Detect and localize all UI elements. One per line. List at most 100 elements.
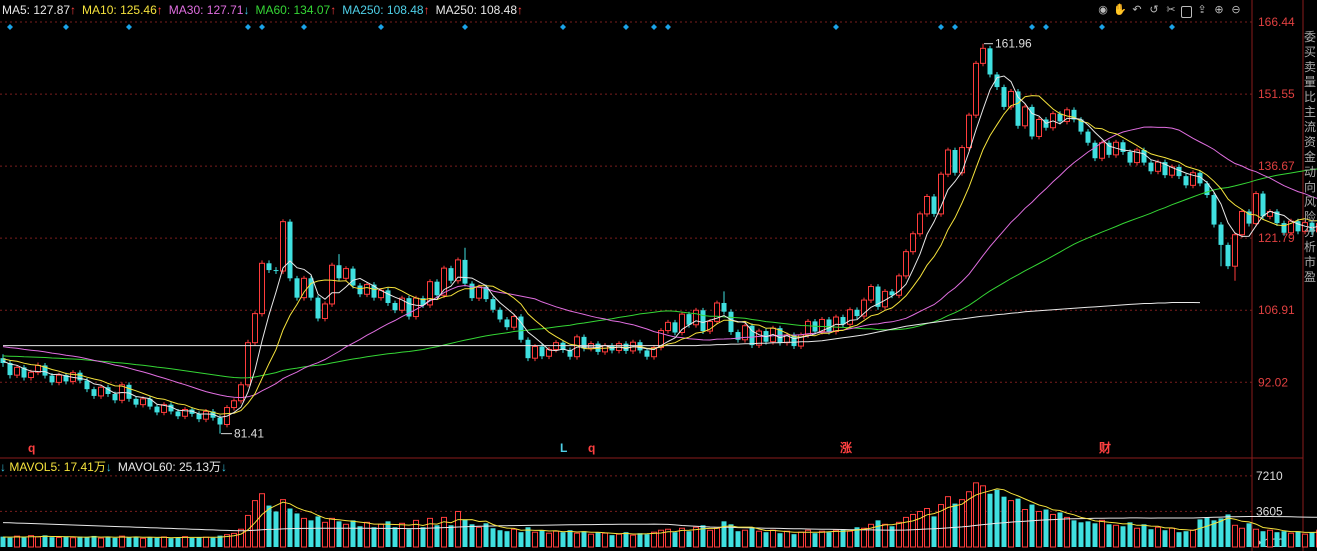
candle[interactable] (126, 382, 132, 402)
candle[interactable] (77, 370, 83, 384)
info-diamond-marker[interactable] (301, 24, 307, 30)
volume-bar[interactable] (392, 527, 398, 547)
candle[interactable] (987, 45, 993, 78)
volume-bar[interactable] (875, 520, 881, 547)
candle[interactable] (217, 415, 223, 434)
volume-bar[interactable] (770, 529, 776, 548)
volume-bar[interactable] (1099, 519, 1105, 548)
volume-bar[interactable] (511, 528, 517, 548)
volume-bar[interactable] (1001, 496, 1007, 547)
candle[interactable] (868, 284, 874, 303)
volume-bar[interactable] (1232, 524, 1238, 548)
volume-bar[interactable] (840, 529, 846, 547)
candle[interactable] (322, 301, 328, 322)
volume-bar[interactable] (1295, 531, 1301, 547)
candle[interactable] (1120, 139, 1126, 155)
info-diamond-marker[interactable] (651, 24, 657, 30)
candle[interactable] (434, 279, 440, 299)
volume-bar[interactable] (1113, 524, 1119, 548)
candle[interactable] (1001, 84, 1007, 110)
volume-bar[interactable] (1078, 522, 1084, 547)
zoom-in-icon[interactable]: ⊕ (1212, 3, 1226, 17)
volume-bar[interactable] (168, 538, 174, 547)
candle[interactable] (1183, 173, 1189, 189)
volume-bar[interactable] (434, 525, 440, 547)
volume-bar[interactable] (1120, 526, 1126, 547)
volume-bar[interactable] (91, 535, 97, 547)
candle[interactable] (854, 307, 860, 319)
candle[interactable] (1022, 104, 1028, 129)
volume-bar[interactable] (1155, 526, 1161, 548)
volume-bar[interactable] (1218, 518, 1224, 547)
candle[interactable] (567, 347, 573, 360)
candle[interactable] (847, 307, 853, 328)
candle[interactable] (462, 247, 468, 287)
candle[interactable] (945, 147, 951, 178)
volume-bar[interactable] (959, 499, 965, 548)
volume-bar[interactable] (532, 531, 538, 548)
candle[interactable] (728, 309, 734, 335)
volume-bar[interactable] (931, 516, 937, 547)
volume-bar[interactable] (721, 521, 727, 547)
volume-bar[interactable] (147, 537, 153, 547)
candle[interactable] (336, 254, 342, 282)
volume-bar[interactable] (1267, 529, 1273, 548)
volume-bar[interactable] (42, 535, 48, 547)
candle[interactable] (1106, 140, 1112, 158)
candle[interactable] (1008, 89, 1014, 110)
volume-bar[interactable] (462, 519, 468, 547)
volume-bar[interactable] (672, 532, 678, 547)
volume-bar[interactable] (889, 526, 895, 547)
volume-bar[interactable] (406, 529, 412, 547)
volume-bar[interactable] (49, 537, 55, 547)
candle[interactable] (273, 267, 279, 274)
volume-bar[interactable] (952, 503, 958, 547)
volume-bar[interactable] (1246, 523, 1252, 547)
candle[interactable] (1043, 117, 1049, 131)
volume-bar[interactable] (1057, 512, 1063, 547)
candle[interactable] (1246, 209, 1252, 227)
candle[interactable] (973, 60, 979, 119)
candle[interactable] (749, 323, 755, 349)
candle[interactable] (910, 231, 916, 255)
volume-bar[interactable] (476, 526, 482, 548)
candle[interactable] (483, 284, 489, 303)
scissors-icon[interactable]: ✂ (1164, 3, 1178, 17)
candle[interactable] (1162, 159, 1168, 179)
volume-bar[interactable] (154, 537, 160, 547)
candle[interactable] (1211, 192, 1217, 228)
volume-bar[interactable] (1022, 509, 1028, 548)
candle[interactable] (1092, 140, 1098, 162)
volume-bar[interactable] (308, 520, 314, 547)
volume-bar[interactable] (1274, 532, 1280, 547)
volume-bar[interactable] (644, 534, 650, 547)
volume-bar[interactable] (1288, 532, 1294, 548)
candle[interactable] (301, 275, 307, 301)
volume-bar[interactable] (1281, 531, 1287, 547)
candle[interactable] (399, 295, 405, 314)
volume-bar[interactable] (609, 535, 615, 547)
volume-bar[interactable] (1253, 528, 1259, 548)
clear-icon[interactable]: ↺ (1147, 3, 1161, 17)
eye-icon[interactable]: ◉ (1096, 3, 1110, 17)
event-marker[interactable]: 涨 (840, 440, 852, 455)
volume-bar[interactable] (21, 537, 27, 547)
candle[interactable] (875, 284, 881, 310)
volume-bar[interactable] (126, 537, 132, 547)
candle[interactable] (560, 340, 566, 353)
volume-bar[interactable] (714, 527, 720, 548)
volume-bar[interactable] (357, 526, 363, 547)
volume-bar[interactable] (1085, 521, 1091, 547)
info-diamond-marker[interactable] (7, 24, 13, 30)
volume-bar[interactable] (140, 537, 146, 548)
volume-bar[interactable] (980, 485, 986, 548)
volume-bar[interactable] (196, 537, 202, 547)
info-diamond-marker[interactable] (833, 24, 839, 30)
event-marker[interactable]: 财 (1098, 440, 1111, 455)
event-marker[interactable]: q (588, 441, 595, 455)
candle[interactable] (238, 382, 244, 404)
info-diamond-marker[interactable] (560, 24, 566, 30)
undo-icon[interactable]: ↶ (1130, 3, 1144, 17)
volume-bar[interactable] (1106, 524, 1112, 547)
candle[interactable] (917, 211, 923, 237)
